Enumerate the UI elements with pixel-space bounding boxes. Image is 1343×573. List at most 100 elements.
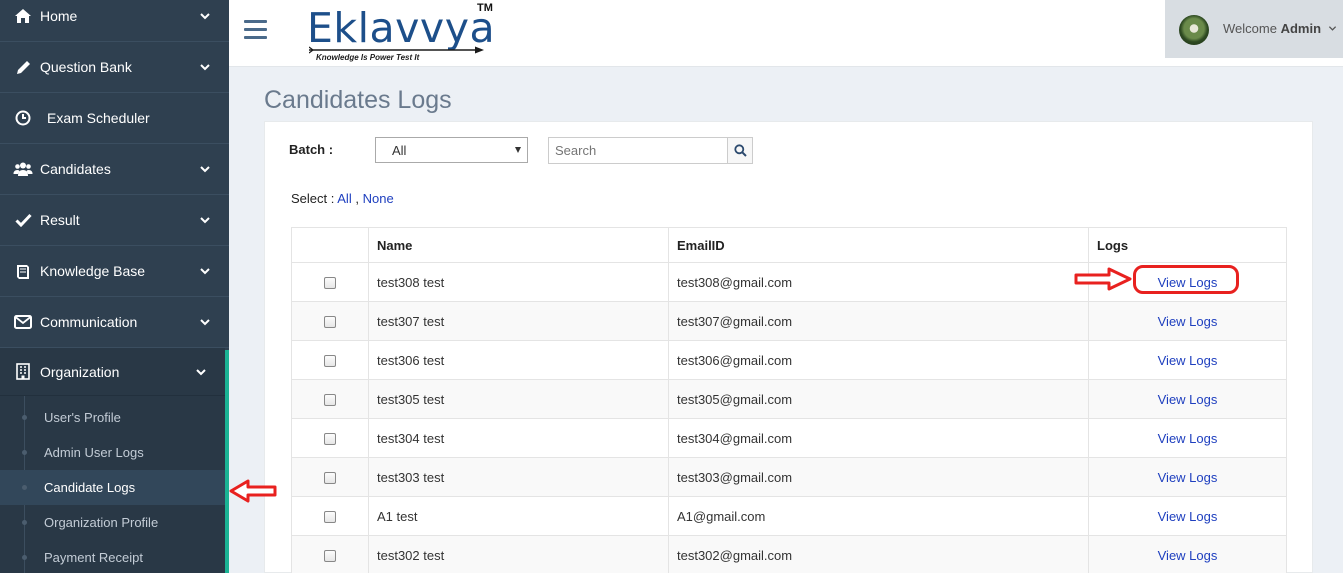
bullet-icon (22, 520, 27, 525)
logo-text: Eklavvya (307, 4, 496, 52)
bullet-icon (22, 450, 27, 455)
row-checkbox[interactable] (324, 316, 336, 329)
row-checkbox[interactable] (324, 277, 336, 290)
sidebar-item-label: Organization (40, 363, 120, 380)
row-checkbox[interactable] (324, 394, 336, 407)
view-logs-link[interactable]: View Logs (1158, 509, 1218, 524)
cell-name: test303 test (368, 457, 669, 497)
sidebar-subitem-organization-profile[interactable]: Organization Profile (0, 505, 225, 540)
logo-tagline: Knowledge Is Power Test It (316, 53, 420, 62)
sidebar-subitem-admin-user-logs[interactable]: Admin User Logs (0, 435, 225, 470)
row-checkbox[interactable] (324, 355, 336, 368)
select-label: Select : (291, 191, 335, 206)
row-select-cell (291, 340, 369, 380)
menu-toggle-icon[interactable] (244, 20, 267, 40)
cell-email: test302@gmail.com (668, 535, 1089, 573)
chevron-down-icon (200, 319, 210, 326)
users-icon (13, 159, 33, 179)
cell-logs: View Logs (1088, 496, 1287, 536)
sidebar-subitem-users-profile[interactable]: User's Profile (0, 400, 225, 435)
table-row: test303 test test303@gmail.com View Logs (291, 457, 1287, 497)
view-logs-link[interactable]: View Logs (1158, 392, 1218, 407)
annotation-highlight-circle (1133, 265, 1239, 294)
bullet-icon (22, 485, 27, 490)
view-logs-link[interactable]: View Logs (1158, 314, 1218, 329)
active-section-indicator (225, 350, 229, 573)
cell-email: test304@gmail.com (668, 418, 1089, 458)
batch-select-value: All (392, 143, 407, 158)
batch-select[interactable]: All (375, 137, 528, 163)
select-controls: Select : All , None (291, 191, 394, 206)
select-all-link[interactable]: All (337, 191, 351, 206)
row-select-cell (291, 457, 369, 497)
cell-logs: View Logs (1088, 340, 1287, 380)
chevron-down-icon (200, 64, 210, 71)
sidebar: Home Question Bank Exam Scheduler Candid… (0, 0, 229, 573)
logo-trademark: TM (477, 2, 493, 14)
sidebar-item-label: Communication (40, 314, 138, 330)
sidebar-subitem-label: Payment Receipt (44, 550, 143, 565)
table-header-row: Name EmailID Logs (291, 227, 1287, 263)
header-email: EmailID (668, 227, 1089, 263)
row-checkbox[interactable] (324, 472, 336, 485)
book-icon (13, 261, 33, 281)
home-icon (13, 6, 33, 26)
page-title: Candidates Logs (264, 86, 452, 114)
table-row: test304 test test304@gmail.com View Logs (291, 418, 1287, 458)
cell-logs: View Logs (1088, 418, 1287, 458)
view-logs-link[interactable]: View Logs (1158, 353, 1218, 368)
sidebar-item-question-bank[interactable]: Question Bank (0, 42, 229, 93)
sidebar-subitem-candidate-logs[interactable]: Candidate Logs (0, 470, 225, 505)
view-logs-link[interactable]: View Logs (1158, 548, 1218, 563)
cell-name: test307 test (368, 301, 669, 341)
row-select-cell (291, 379, 369, 419)
sidebar-item-communication[interactable]: Communication (0, 297, 229, 348)
header-logs: Logs (1088, 227, 1287, 263)
search-input[interactable] (548, 137, 728, 164)
clock-icon (13, 108, 33, 128)
sidebar-item-home[interactable]: Home (0, 0, 229, 42)
row-select-cell (291, 535, 369, 573)
cell-name: test305 test (368, 379, 669, 419)
sidebar-item-label: Exam Scheduler (47, 110, 150, 126)
cell-email: test308@gmail.com (668, 262, 1089, 302)
table-row: A1 test A1@gmail.com View Logs (291, 496, 1287, 536)
sidebar-subitem-label: Organization Profile (44, 515, 159, 530)
sidebar-item-exam-scheduler[interactable]: Exam Scheduler (0, 93, 229, 144)
cell-email: test307@gmail.com (668, 301, 1089, 341)
sidebar-subitem-label: Admin User Logs (44, 445, 144, 460)
sidebar-item-knowledge-base[interactable]: Knowledge Base (0, 246, 229, 297)
row-checkbox[interactable] (324, 511, 336, 524)
sidebar-item-organization[interactable]: Organization (0, 348, 225, 396)
row-checkbox[interactable] (324, 433, 336, 446)
user-menu[interactable]: Welcome Admin (1165, 0, 1343, 58)
view-logs-link[interactable]: View Logs (1158, 431, 1218, 446)
cell-logs: View Logs (1088, 535, 1287, 573)
select-none-link[interactable]: None (363, 191, 394, 206)
sidebar-item-candidates[interactable]: Candidates (0, 144, 229, 195)
row-select-cell (291, 418, 369, 458)
sidebar-item-result[interactable]: Result (0, 195, 229, 246)
row-checkbox[interactable] (324, 550, 336, 563)
table-row: test307 test test307@gmail.com View Logs (291, 301, 1287, 341)
caret-down-icon (515, 147, 521, 153)
sidebar-item-label: Result (40, 212, 80, 228)
table-row: test306 test test306@gmail.com View Logs (291, 340, 1287, 380)
search-button[interactable] (727, 137, 753, 164)
cell-logs: View Logs (1088, 301, 1287, 341)
chevron-down-icon (200, 13, 210, 20)
cell-name: test308 test (368, 262, 669, 302)
table-row: test302 test test302@gmail.com View Logs (291, 535, 1287, 573)
annotation-arrow-left-icon (229, 479, 277, 503)
row-select-cell (291, 496, 369, 536)
sidebar-item-label: Candidates (40, 161, 111, 177)
check-icon (13, 210, 33, 230)
cell-name: A1 test (368, 496, 669, 536)
sidebar-subitem-payment-receipt[interactable]: Payment Receipt (0, 540, 225, 573)
cell-name: test302 test (368, 535, 669, 573)
cell-logs: View Logs (1088, 379, 1287, 419)
cell-logs: View Logs (1088, 457, 1287, 497)
select-separator: , (355, 191, 359, 206)
brand-logo[interactable]: Eklavvya TM Knowledge Is Power Test It (307, 2, 507, 66)
view-logs-link[interactable]: View Logs (1158, 470, 1218, 485)
